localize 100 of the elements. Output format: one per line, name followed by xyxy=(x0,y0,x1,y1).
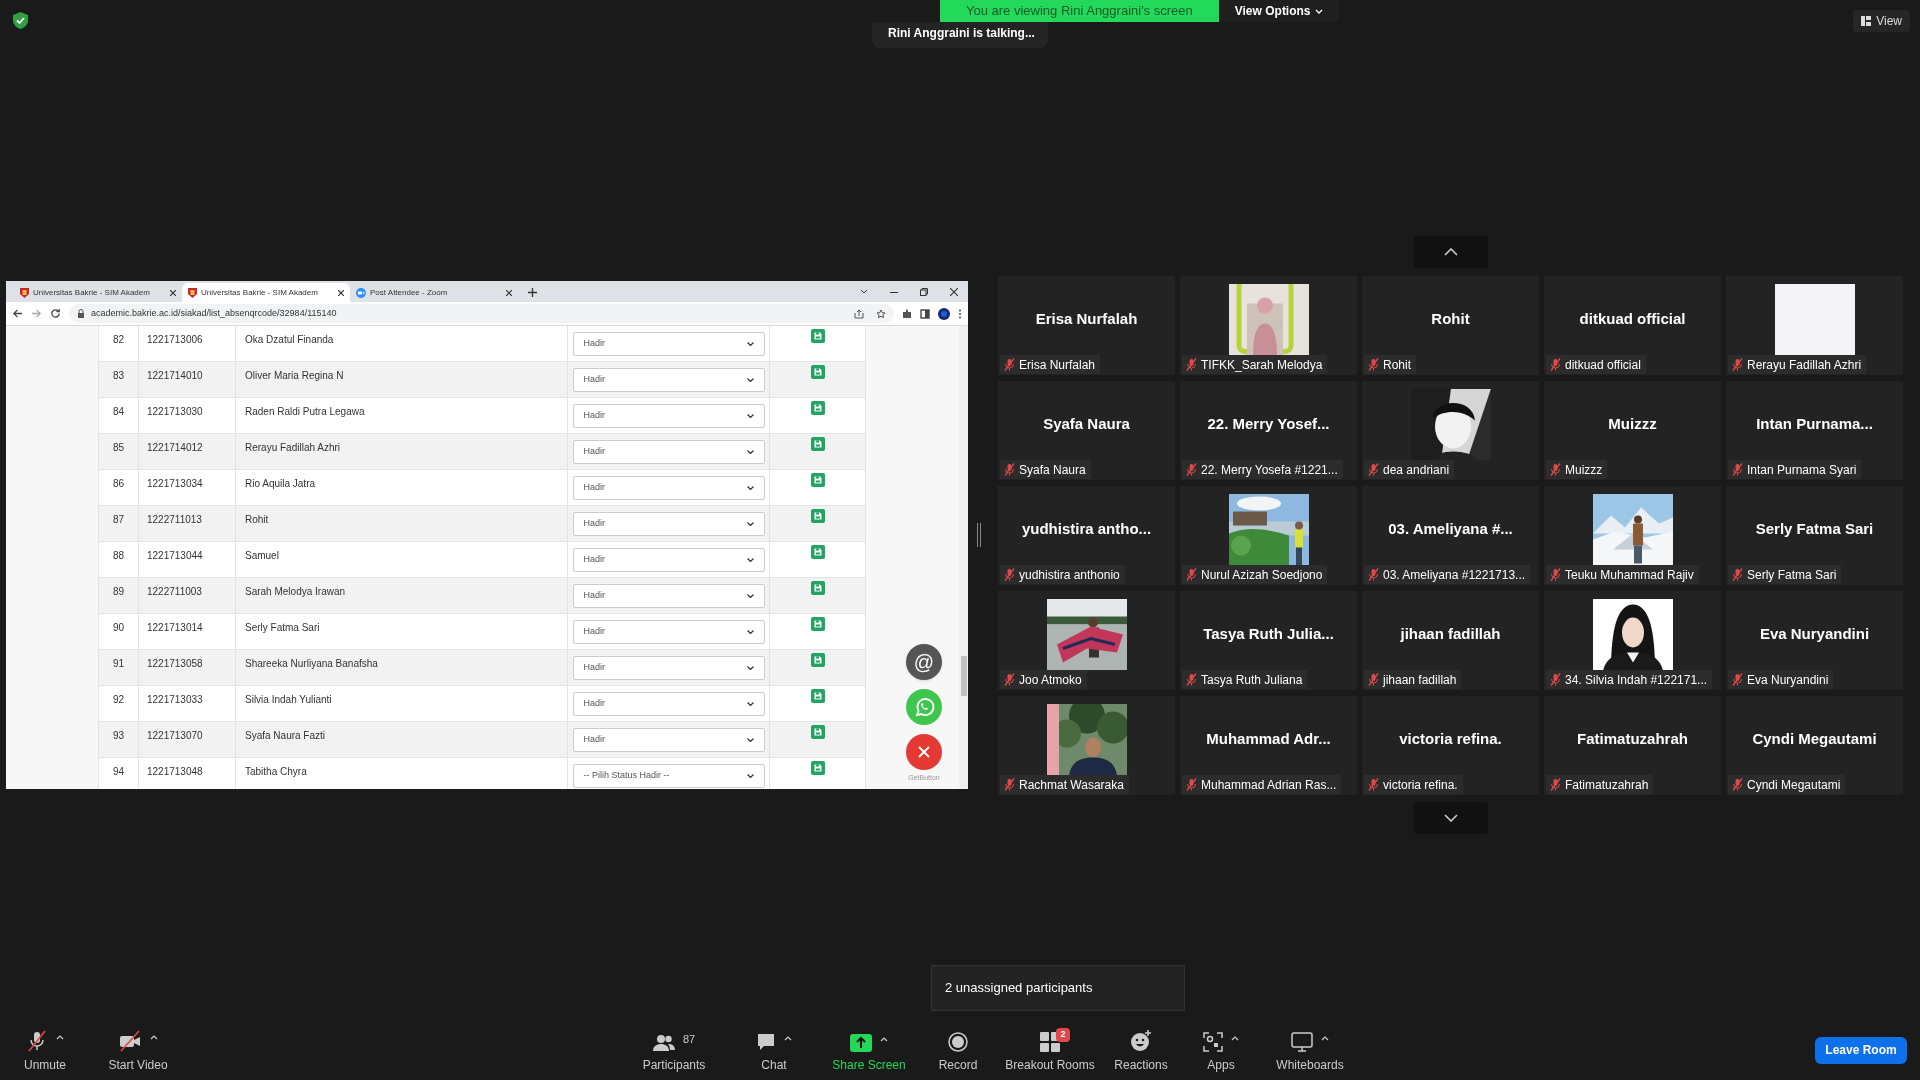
toolbar-button[interactable]: 87 Participants xyxy=(624,1024,724,1076)
browser-tab[interactable]: Post Attendee - Zoom xyxy=(350,283,518,302)
participant-tile[interactable]: victoria refina. victoria refina. xyxy=(1362,696,1539,795)
share-icon[interactable] xyxy=(854,308,864,319)
email-button[interactable]: @ xyxy=(906,643,942,680)
view-button[interactable]: View xyxy=(1853,10,1910,32)
back-icon[interactable] xyxy=(12,308,23,319)
participant-tile[interactable]: Intan Purnama... Intan Purnama Syari xyxy=(1726,381,1903,480)
tab-search-icon[interactable] xyxy=(860,289,868,294)
side-panel-icon[interactable] xyxy=(920,308,930,319)
save-button[interactable] xyxy=(810,509,825,523)
participant-tile[interactable]: Serly Fatma Sari Serly Fatma Sari xyxy=(1726,486,1903,585)
status-dropdown[interactable]: Hadir xyxy=(572,547,765,572)
save-button[interactable] xyxy=(810,365,825,379)
status-dropdown[interactable]: Hadir xyxy=(572,583,765,608)
participant-tile[interactable]: Muizzz Muizzz xyxy=(1544,381,1721,480)
participant-tile[interactable]: Erisa Nurfalah Erisa Nurfalah xyxy=(998,276,1175,375)
participant-tile[interactable]: Syafa Naura Syafa Naura xyxy=(998,381,1175,480)
participant-tile[interactable]: Teuku Muhammad Rajiv xyxy=(1544,486,1721,585)
resize-handle[interactable] xyxy=(977,523,981,547)
status-dropdown[interactable]: -- Pilih Status Hadir -- xyxy=(572,763,765,788)
status-dropdown[interactable]: Hadir xyxy=(572,511,765,536)
save-button[interactable] xyxy=(810,473,825,487)
participant-tile[interactable]: dea andriani xyxy=(1362,381,1539,480)
participant-tile[interactable]: Cyndi Megautami Cyndi Megautami xyxy=(1726,696,1903,795)
close-icon[interactable] xyxy=(170,289,176,296)
toolbar-button[interactable]: 2 Breakout Rooms xyxy=(1002,1024,1098,1076)
scrollbar[interactable] xyxy=(959,326,968,789)
participant-name-label: 34. Silvia Indah #122171... xyxy=(1565,671,1708,689)
student-id: 1221714010 xyxy=(147,370,203,381)
close-icon[interactable] xyxy=(338,289,344,296)
toolbar-button[interactable]: Chat xyxy=(724,1024,824,1076)
close-button[interactable] xyxy=(906,733,942,770)
row-number: 88 xyxy=(112,549,125,563)
url-field[interactable]: academic.bakrie.ac.id/siakad/list_absenqrcode/32984/115140 xyxy=(69,304,894,323)
caret-icon[interactable] xyxy=(1231,1035,1239,1041)
participant-tile[interactable]: Fatimatuzahrah Fatimatuzahrah xyxy=(1544,696,1721,795)
save-button[interactable] xyxy=(810,761,825,775)
toolbar-button[interactable]: Unmute xyxy=(8,1024,82,1076)
participant-tile[interactable]: Tasya Ruth Julia... Tasya Ruth Juliana xyxy=(1180,591,1357,690)
shield-icon[interactable] xyxy=(13,12,28,29)
toolbar-button[interactable]: Reactions xyxy=(1098,1024,1184,1076)
toolbar-button[interactable]: Share Screen xyxy=(824,1024,914,1076)
participant-tile[interactable]: 22. Merry Yosef... 22. Merry Yosefa #1221... xyxy=(1180,381,1357,480)
star-icon[interactable] xyxy=(876,308,886,319)
status-dropdown[interactable]: Hadir xyxy=(572,475,765,500)
extensions-icon[interactable] xyxy=(902,308,912,319)
participant-tile[interactable]: Rohit Rohit xyxy=(1362,276,1539,375)
status-dropdown[interactable]: Hadir xyxy=(572,619,765,644)
chevron-down-icon xyxy=(746,341,754,346)
status-dropdown[interactable]: Hadir xyxy=(572,403,765,428)
caret-icon[interactable] xyxy=(784,1035,792,1041)
browser-tab[interactable]: Universitas Bakrie - SIM Akadem xyxy=(182,283,350,302)
participant-tile[interactable]: Eva Nuryandini Eva Nuryandini xyxy=(1726,591,1903,690)
new-tab-icon[interactable] xyxy=(528,288,537,297)
close-icon[interactable] xyxy=(950,288,958,296)
save-button[interactable] xyxy=(810,437,825,451)
browser-tab[interactable]: Universitas Bakrie - SIM Akadem xyxy=(14,283,182,302)
restore-icon[interactable] xyxy=(920,288,928,296)
participant-tile[interactable]: yudhistira antho... yudhistira anthonio xyxy=(998,486,1175,585)
save-button[interactable] xyxy=(810,617,825,631)
save-button[interactable] xyxy=(810,401,825,415)
participant-tile[interactable]: Rachmat Wasaraka xyxy=(998,696,1175,795)
participant-tile[interactable]: Joo Atmoko xyxy=(998,591,1175,690)
student-id: 1221713033 xyxy=(147,694,203,705)
save-button[interactable] xyxy=(810,329,825,343)
participant-tile[interactable]: Muhammad Adr... Muhammad Adrian Ras... xyxy=(1180,696,1357,795)
status-dropdown[interactable]: Hadir xyxy=(572,331,765,356)
participant-tile[interactable]: TIFKK_Sarah Melodya xyxy=(1180,276,1357,375)
reload-icon[interactable] xyxy=(50,308,61,319)
student-name: Rerayu Fadillah Azhri xyxy=(245,442,341,453)
caret-icon[interactable] xyxy=(150,1034,158,1040)
save-button[interactable] xyxy=(810,689,825,703)
toolbar-button[interactable]: Whiteboards xyxy=(1258,1024,1362,1076)
status-dropdown[interactable]: Hadir xyxy=(572,727,765,752)
participant-tile[interactable]: ditkuad official ditkuad official xyxy=(1544,276,1721,375)
menu-icon[interactable] xyxy=(958,308,962,319)
save-button[interactable] xyxy=(810,653,825,667)
close-icon[interactable] xyxy=(506,289,512,296)
status-dropdown[interactable]: Hadir xyxy=(572,367,765,392)
save-button[interactable] xyxy=(810,725,825,739)
status-dropdown[interactable]: Hadir xyxy=(572,691,765,716)
caret-icon[interactable] xyxy=(56,1034,64,1040)
caret-icon[interactable] xyxy=(1321,1035,1329,1041)
participant-tile[interactable]: jihaan fadillah jihaan fadillah xyxy=(1362,591,1539,690)
save-button[interactable] xyxy=(810,545,825,559)
status-dropdown[interactable]: Hadir xyxy=(572,439,765,464)
status-dropdown[interactable]: Hadir xyxy=(572,655,765,680)
toolbar-button[interactable]: Record xyxy=(914,1024,1002,1076)
profile-avatar-icon[interactable] xyxy=(938,307,950,320)
toolbar-button[interactable]: Apps xyxy=(1184,1024,1258,1076)
caret-icon[interactable] xyxy=(880,1036,888,1042)
participant-tile[interactable]: 03. Ameliyana #... 03. Ameliyana #1221713... xyxy=(1362,486,1539,585)
participant-tile[interactable]: 34. Silvia Indah #122171... xyxy=(1544,591,1721,690)
toolbar-button[interactable]: Start Video xyxy=(96,1024,180,1076)
save-button[interactable] xyxy=(810,581,825,595)
view-options-button[interactable]: View Options xyxy=(1218,0,1339,22)
participant-tile[interactable]: Nurul Azizah Soedjono xyxy=(1180,486,1357,585)
leave-room-button[interactable]: Leave Room xyxy=(1815,1036,1907,1064)
participant-tile[interactable]: Rerayu Fadillah Azhri xyxy=(1726,276,1903,375)
